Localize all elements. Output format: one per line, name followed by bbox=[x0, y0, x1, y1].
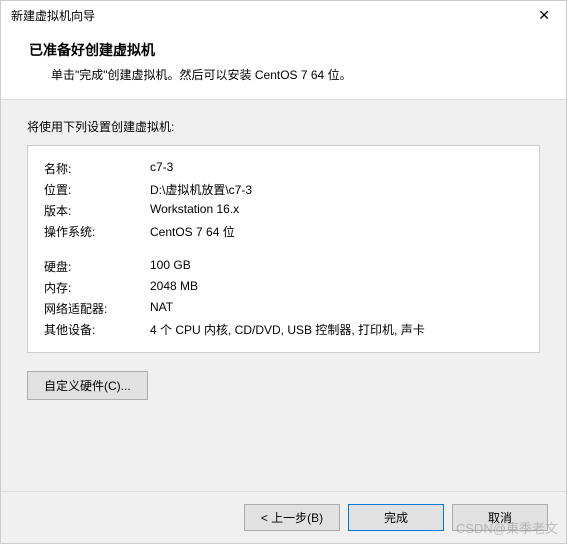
row-label: 内存: bbox=[44, 279, 150, 296]
row-memory: 内存: 2048 MB bbox=[44, 277, 523, 298]
settings-label: 将使用下列设置创建虚拟机: bbox=[27, 118, 540, 135]
row-value: CentOS 7 64 位 bbox=[150, 223, 523, 240]
settings-box: 名称: c7-3 位置: D:\虚拟机放置\c7-3 版本: Workstati… bbox=[27, 145, 540, 353]
row-value: 100 GB bbox=[150, 258, 523, 275]
cancel-button[interactable]: 取消 bbox=[452, 504, 548, 531]
titlebar: 新建虚拟机向导 ✕ bbox=[1, 1, 566, 30]
row-version: 版本: Workstation 16.x bbox=[44, 200, 523, 221]
row-label: 位置: bbox=[44, 181, 150, 198]
row-disk: 硬盘: 100 GB bbox=[44, 256, 523, 277]
row-value: 2048 MB bbox=[150, 279, 523, 296]
row-value: D:\虚拟机放置\c7-3 bbox=[150, 181, 523, 198]
close-icon[interactable]: ✕ bbox=[532, 7, 556, 24]
row-label: 其他设备: bbox=[44, 321, 150, 338]
row-location: 位置: D:\虚拟机放置\c7-3 bbox=[44, 179, 523, 200]
header-subtext: 单击"完成"创建虚拟机。然后可以安装 CentOS 7 64 位。 bbox=[51, 66, 546, 83]
row-value: 4 个 CPU 内核, CD/DVD, USB 控制器, 打印机, 声卡 bbox=[150, 321, 523, 338]
row-label: 名称: bbox=[44, 160, 150, 177]
row-network: 网络适配器: NAT bbox=[44, 298, 523, 319]
back-button[interactable]: < 上一步(B) bbox=[244, 504, 340, 531]
finish-button[interactable]: 完成 bbox=[348, 504, 444, 531]
row-value: c7-3 bbox=[150, 160, 523, 177]
wizard-header: 已准备好创建虚拟机 单击"完成"创建虚拟机。然后可以安装 CentOS 7 64… bbox=[1, 30, 566, 100]
row-label: 硬盘: bbox=[44, 258, 150, 275]
row-other-devices: 其他设备: 4 个 CPU 内核, CD/DVD, USB 控制器, 打印机, … bbox=[44, 319, 523, 340]
row-label: 网络适配器: bbox=[44, 300, 150, 317]
wizard-window: 新建虚拟机向导 ✕ 已准备好创建虚拟机 单击"完成"创建虚拟机。然后可以安装 C… bbox=[0, 0, 567, 544]
window-title: 新建虚拟机向导 bbox=[11, 7, 95, 24]
row-gap bbox=[44, 242, 523, 256]
row-label: 版本: bbox=[44, 202, 150, 219]
row-value: NAT bbox=[150, 300, 523, 317]
customize-hardware-button[interactable]: 自定义硬件(C)... bbox=[27, 371, 148, 400]
header-heading: 已准备好创建虚拟机 bbox=[29, 40, 546, 60]
row-label: 操作系统: bbox=[44, 223, 150, 240]
row-name: 名称: c7-3 bbox=[44, 158, 523, 179]
row-value: Workstation 16.x bbox=[150, 202, 523, 219]
wizard-content: 将使用下列设置创建虚拟机: 名称: c7-3 位置: D:\虚拟机放置\c7-3… bbox=[1, 100, 566, 491]
row-os: 操作系统: CentOS 7 64 位 bbox=[44, 221, 523, 242]
wizard-footer: < 上一步(B) 完成 取消 CSDN@東季老文 bbox=[1, 491, 566, 543]
